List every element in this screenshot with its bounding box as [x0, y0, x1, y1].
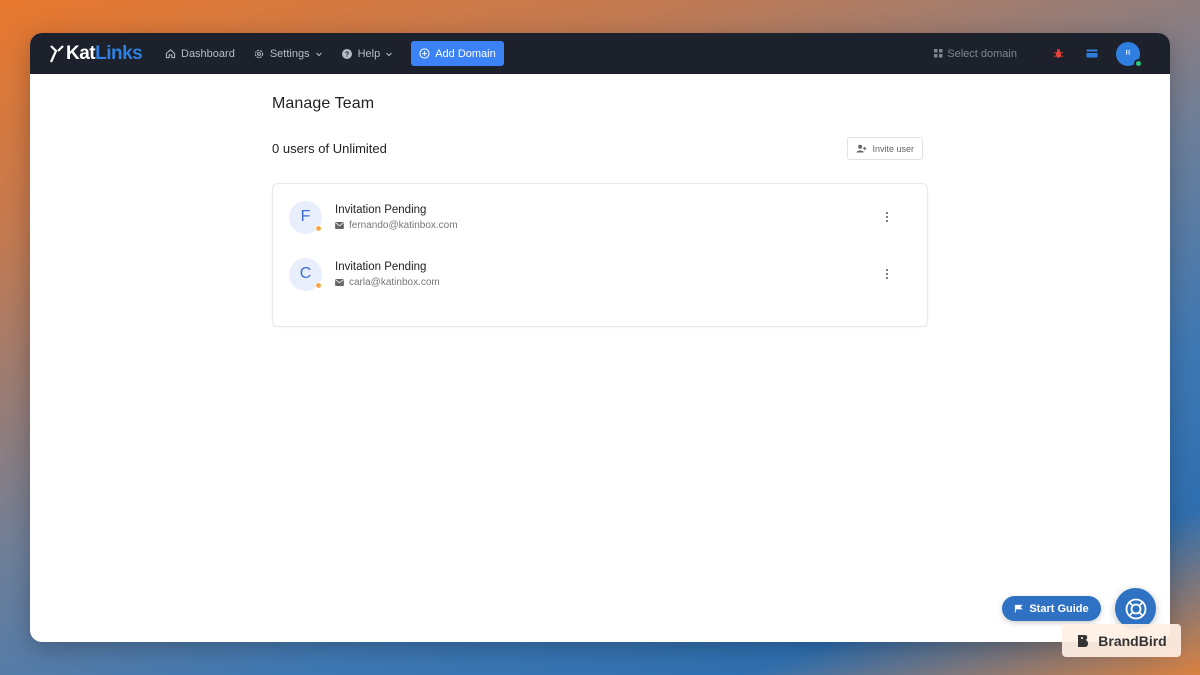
logo-text: KatLinks — [66, 42, 143, 64]
member-avatar: F — [289, 200, 322, 234]
help-lifebuoy-button[interactable] — [1115, 588, 1156, 629]
user-avatar-initial: R — [1125, 50, 1131, 57]
gear-icon — [254, 49, 263, 58]
main-nav: Dashboard Settings ? Help Add Domain — [165, 41, 504, 66]
member-email: fernando@katinbox.com — [349, 219, 458, 231]
nav-settings-label: Settings — [269, 47, 310, 60]
start-guide-button[interactable]: Start Guide — [1002, 596, 1101, 621]
member-initial: F — [300, 208, 311, 225]
top-navbar: KatLinks Dashboard Settings ? Help Add D… — [30, 33, 1170, 74]
brandbird-logo-icon — [1078, 634, 1089, 647]
chevron-down-icon — [315, 52, 322, 56]
topbar-right: Select domain R — [934, 33, 1143, 74]
envelope-icon — [335, 221, 344, 229]
member-email: carla@katinbox.com — [349, 276, 440, 288]
logo[interactable]: KatLinks — [50, 43, 160, 65]
nav-dashboard[interactable]: Dashboard — [165, 48, 235, 60]
member-email-row: carla@katinbox.com — [335, 277, 440, 288]
envelope-icon — [335, 278, 344, 286]
member-info: Invitation Pending carla@katinbox.com — [335, 261, 440, 288]
team-members-card: F Invitation Pending fernando@katinbox.c… — [272, 183, 928, 327]
pending-status-dot — [315, 281, 322, 289]
list-item: C Invitation Pending carla@katinbox.com — [289, 254, 909, 294]
member-initial: C — [299, 265, 312, 282]
member-options-menu-icon[interactable] — [881, 209, 893, 225]
cat-logo-icon — [50, 44, 64, 62]
member-email-row: fernando@katinbox.com — [335, 220, 458, 231]
brandbird-label: BrandBird — [1098, 632, 1167, 649]
start-guide-label: Start Guide — [1029, 602, 1089, 615]
chevron-down-icon — [386, 52, 393, 56]
team-summary-row: 0 users of Unlimited Invite user — [272, 137, 928, 160]
flag-icon — [1015, 604, 1024, 613]
bug-report-icon[interactable] — [1053, 48, 1064, 59]
user-plus-icon — [857, 144, 867, 153]
nav-help[interactable]: ? Help — [341, 48, 394, 60]
add-domain-label: Add Domain — [435, 47, 496, 60]
nav-help-label: Help — [357, 47, 381, 60]
svg-text:?: ? — [344, 49, 349, 58]
lifebuoy-icon — [1125, 598, 1146, 619]
billing-card-icon[interactable] — [1086, 49, 1098, 58]
add-domain-button[interactable]: Add Domain — [411, 41, 504, 66]
grid-icon — [934, 49, 943, 58]
select-domain-label: Select domain — [947, 47, 1017, 60]
nav-settings[interactable]: Settings — [253, 48, 323, 60]
nav-dashboard-label: Dashboard — [181, 47, 235, 60]
invite-user-button[interactable]: Invite user — [847, 137, 923, 160]
page-title: Manage Team — [272, 95, 375, 112]
member-status: Invitation Pending — [335, 203, 427, 216]
member-status: Invitation Pending — [335, 260, 427, 273]
pending-status-dot — [315, 224, 322, 232]
list-item: F Invitation Pending fernando@katinbox.c… — [289, 197, 909, 237]
online-status-dot — [1134, 58, 1143, 68]
member-avatar: C — [289, 257, 322, 291]
user-avatar[interactable]: R — [1116, 41, 1143, 68]
brandbird-watermark: BrandBird — [1062, 624, 1181, 657]
main-content: Manage Team 0 users of Unlimited Invite … — [272, 95, 928, 327]
plus-circle-icon — [419, 48, 430, 59]
member-options-menu-icon[interactable] — [881, 266, 893, 282]
question-circle-icon: ? — [341, 48, 352, 59]
domain-selector[interactable]: Select domain — [934, 48, 1017, 60]
invite-user-label: Invite user — [872, 143, 914, 154]
app-window: KatLinks Dashboard Settings ? Help Add D… — [30, 33, 1170, 642]
users-count: 0 users of Unlimited — [272, 141, 387, 156]
member-info: Invitation Pending fernando@katinbox.com — [335, 204, 458, 231]
home-icon — [165, 49, 176, 59]
